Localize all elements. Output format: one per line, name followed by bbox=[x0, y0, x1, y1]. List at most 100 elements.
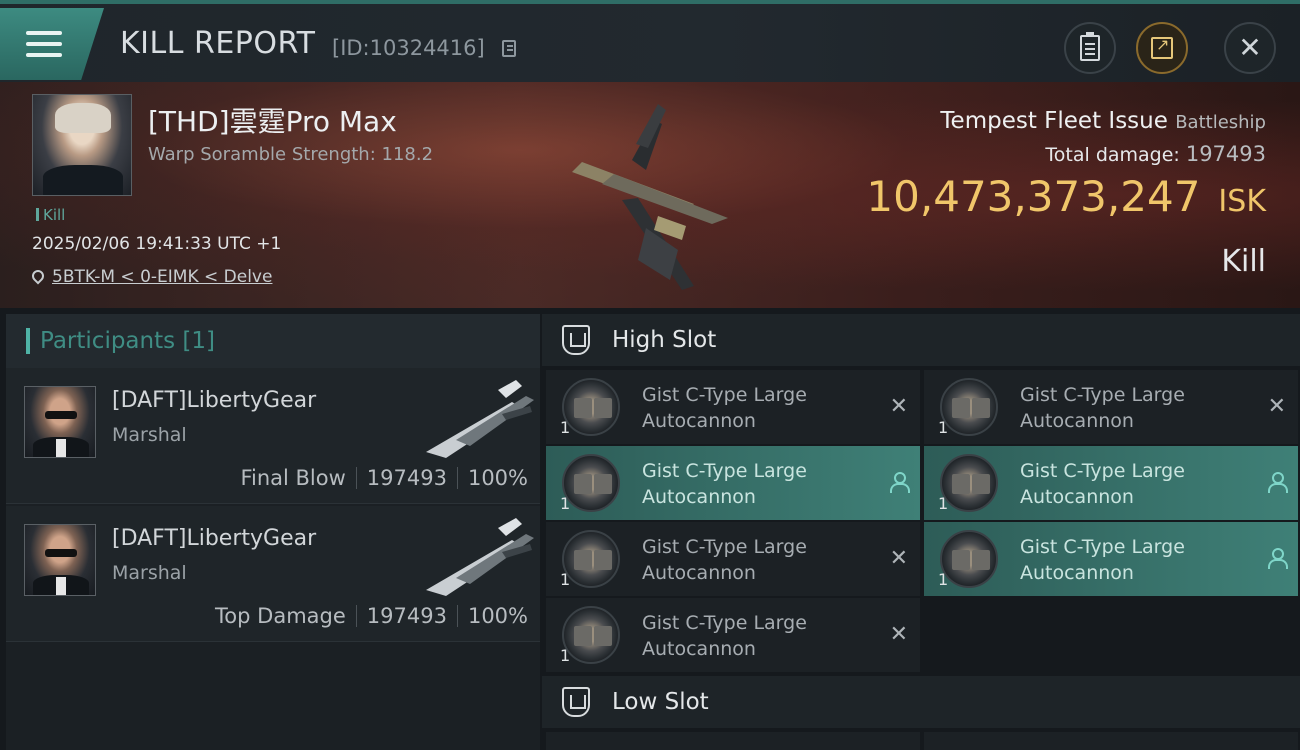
copy-icon[interactable] bbox=[502, 40, 516, 57]
clipboard-button[interactable] bbox=[1064, 22, 1116, 74]
fitting-panel: High Slot 1 Gist C-Type Large Autocannon… bbox=[542, 314, 1300, 750]
module-quantity: 1 bbox=[560, 494, 571, 513]
x-icon: ✕ bbox=[1267, 394, 1286, 419]
module-name: Gist C-Type Large Autocannon bbox=[642, 536, 807, 584]
isk-value: 10,473,373,247 ISK bbox=[866, 172, 1266, 221]
module-item[interactable]: 1 Gist C-Type Large Autocannon bbox=[546, 446, 920, 520]
warp-scramble-strength: Warp Soramble Strength: 118.2 bbox=[148, 144, 434, 165]
autocannon-icon bbox=[562, 606, 620, 664]
autocannon-icon bbox=[562, 378, 620, 436]
location-link[interactable]: 5BTK-M < 0-EIMK < Delve bbox=[52, 267, 272, 287]
x-icon: ✕ bbox=[889, 546, 908, 571]
autocannon-icon bbox=[940, 530, 998, 588]
participant-avatar[interactable] bbox=[24, 524, 96, 596]
module-name: Gist C-Type Large Autocannon bbox=[642, 384, 807, 432]
divider bbox=[355, 467, 357, 489]
module-item-partial[interactable] bbox=[546, 732, 920, 750]
participant-percent: 100% bbox=[467, 604, 528, 628]
module-item[interactable]: 1 Gist C-Type Large Autocannon ✕ bbox=[924, 370, 1298, 444]
hamburger-menu-icon bbox=[26, 31, 62, 57]
participant-role: Top Damage bbox=[215, 604, 346, 628]
participant-damage: 197493 bbox=[366, 604, 447, 628]
high-slot-header: High Slot bbox=[542, 314, 1300, 366]
kill-tag: Kill bbox=[36, 206, 65, 224]
module-item[interactable]: 1 Gist C-Type Large Autocannon ✕ bbox=[546, 370, 920, 444]
autocannon-icon bbox=[562, 530, 620, 588]
participant-percent: 100% bbox=[467, 466, 528, 490]
total-damage: Total damage: 197493 bbox=[1045, 142, 1266, 166]
participant-damage: 197493 bbox=[366, 466, 447, 490]
participant-card[interactable]: [DAFT]LibertyGear Marshal Top Damage 1974… bbox=[6, 506, 540, 642]
shield-icon bbox=[562, 687, 590, 717]
module-item[interactable]: 1 Gist C-Type Large Autocannon ✕ bbox=[546, 522, 920, 596]
participants-header[interactable]: Participants [1] bbox=[6, 314, 540, 368]
participant-avatar[interactable] bbox=[24, 386, 96, 458]
module-quantity: 1 bbox=[560, 570, 571, 589]
victim-ship-type: Tempest Fleet Issue Battleship bbox=[940, 108, 1266, 134]
high-slot-label: High Slot bbox=[612, 327, 717, 353]
module-name: Gist C-Type Large Autocannon bbox=[642, 460, 807, 508]
ship-class: Battleship bbox=[1175, 112, 1266, 133]
ship-name: Tempest Fleet Issue bbox=[940, 108, 1168, 134]
module-item[interactable]: 1 Gist C-Type Large Autocannon ✕ bbox=[546, 598, 920, 672]
victim-portrait[interactable] bbox=[32, 94, 132, 196]
total-damage-label: Total damage: bbox=[1045, 144, 1180, 166]
person-icon bbox=[1268, 548, 1288, 569]
participant-role: Final Blow bbox=[240, 466, 346, 490]
module-name: Gist C-Type Large Autocannon bbox=[1020, 384, 1185, 432]
module-name: Gist C-Type Large Autocannon bbox=[1020, 536, 1185, 584]
participant-rank: Marshal bbox=[112, 562, 187, 584]
kill-location[interactable]: 5BTK-M < 0-EIMK < Delve bbox=[29, 267, 272, 287]
isk-unit: ISK bbox=[1218, 184, 1266, 219]
autocannon-icon bbox=[940, 454, 998, 512]
participant-ship-image bbox=[426, 380, 534, 458]
clipboard-icon bbox=[1080, 32, 1100, 61]
autocannon-icon bbox=[562, 454, 620, 512]
autocannon-icon bbox=[940, 378, 998, 436]
share-icon bbox=[1151, 35, 1173, 59]
module-quantity: 1 bbox=[938, 418, 949, 437]
module-quantity: 1 bbox=[560, 646, 571, 665]
shield-icon bbox=[562, 325, 590, 355]
close-button[interactable]: ✕ bbox=[1224, 22, 1276, 74]
participant-stats: Top Damage 197493 100% bbox=[215, 604, 528, 628]
module-quantity: 1 bbox=[560, 418, 571, 437]
module-item-partial[interactable] bbox=[924, 732, 1298, 750]
menu-button[interactable] bbox=[0, 8, 104, 80]
participant-name[interactable]: [DAFT]LibertyGear bbox=[112, 526, 316, 551]
top-bar: KILL REPORT [ID:10324416] ✕ bbox=[0, 0, 1300, 82]
module-name: Gist C-Type Large Autocannon bbox=[642, 612, 807, 660]
divider bbox=[355, 605, 357, 627]
module-item[interactable]: 1 Gist C-Type Large Autocannon bbox=[924, 522, 1298, 596]
isk-amount: 10,473,373,247 bbox=[866, 172, 1201, 221]
participant-rank: Marshal bbox=[112, 424, 187, 446]
kill-result: Kill bbox=[1221, 244, 1266, 279]
x-icon: ✕ bbox=[889, 394, 908, 419]
close-icon: ✕ bbox=[1238, 31, 1262, 64]
victim-name: [THD]雲霆Pro Max bbox=[148, 105, 397, 138]
low-slot-header: Low Slot bbox=[542, 676, 1300, 728]
module-quantity: 1 bbox=[938, 494, 949, 513]
x-icon: ✕ bbox=[889, 622, 908, 647]
participant-ship-image bbox=[426, 518, 534, 596]
low-slot-label: Low Slot bbox=[612, 689, 709, 715]
person-icon bbox=[1268, 472, 1288, 493]
person-icon bbox=[890, 472, 910, 493]
kill-banner: [THD]雲霆Pro Max Warp Soramble Strength: 1… bbox=[0, 82, 1300, 308]
participant-name[interactable]: [DAFT]LibertyGear bbox=[112, 388, 316, 413]
report-id: [ID:10324416] bbox=[332, 36, 485, 60]
map-pin-icon bbox=[29, 267, 47, 285]
share-button[interactable] bbox=[1136, 22, 1188, 74]
victim-ship-image bbox=[572, 104, 728, 290]
module-name: Gist C-Type Large Autocannon bbox=[1020, 460, 1185, 508]
page-title: KILL REPORT bbox=[120, 26, 316, 61]
participant-stats: Final Blow 197493 100% bbox=[240, 466, 528, 490]
divider bbox=[456, 605, 458, 627]
kill-datetime: 2025/02/06 19:41:33 UTC +1 bbox=[32, 234, 282, 254]
total-damage-value: 197493 bbox=[1185, 142, 1266, 166]
participant-card[interactable]: [DAFT]LibertyGear Marshal Final Blow 1974… bbox=[6, 368, 540, 504]
module-quantity: 1 bbox=[938, 570, 949, 589]
module-item[interactable]: 1 Gist C-Type Large Autocannon bbox=[924, 446, 1298, 520]
participants-panel: Participants [1] [DAFT]LibertyGear Marsh… bbox=[6, 314, 540, 750]
divider bbox=[456, 467, 458, 489]
